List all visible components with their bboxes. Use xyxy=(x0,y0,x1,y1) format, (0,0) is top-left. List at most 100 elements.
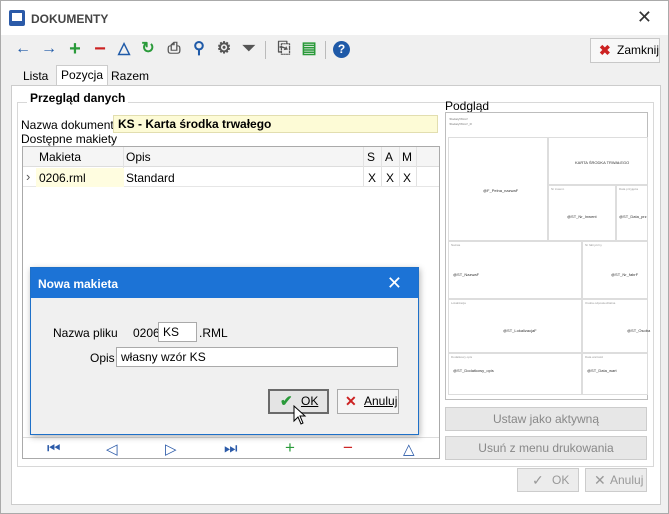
remove-icon[interactable]: − xyxy=(90,39,110,59)
file-name-label: Nazwa pliku xyxy=(53,326,118,340)
dialog-close-icon[interactable]: ✕ xyxy=(387,273,402,294)
section-title: Przegląd danych xyxy=(27,91,129,105)
column-opis[interactable]: Opis xyxy=(126,150,151,164)
last-record-icon[interactable]: ⏭ xyxy=(224,440,238,457)
description-label: Opis xyxy=(90,351,115,365)
preview-header-line: !Dodaty!Wzor!_R xyxy=(449,122,472,126)
remove-from-print-menu-button[interactable]: Usuń z menu drukowania xyxy=(445,436,647,460)
tab-pozycja[interactable]: Pozycja xyxy=(56,65,109,86)
preview-cell-caption: Nr inwent. xyxy=(551,187,565,191)
close-button-label: Zamknij xyxy=(617,43,660,57)
first-record-icon[interactable]: ⏮ xyxy=(47,440,61,457)
description-input[interactable]: własny wzór KS xyxy=(116,347,398,367)
doc-name-value: KS - Karta środka trwałego xyxy=(113,115,438,133)
preview-label: Podgląd xyxy=(445,99,490,113)
copy-icon[interactable]: ⎘ xyxy=(274,39,294,59)
title-bar: DOKUMENTY ✕ xyxy=(1,1,668,35)
toolbar-separator xyxy=(265,41,266,59)
app-icon xyxy=(9,10,25,26)
dialog-title-bar: Nowa makieta ✕ xyxy=(31,268,418,298)
doc-name-label: Nazwa dokumentu xyxy=(21,118,121,132)
footer-cancel-button[interactable]: ✕ Anuluj xyxy=(585,468,647,492)
table-row[interactable]: › 0206.rml Standard X X X xyxy=(23,168,439,187)
footer-cancel-label: Anuluj xyxy=(610,473,644,487)
check-icon: ✓ xyxy=(532,472,544,488)
preview-cell: Nazwa @ST_NazwaF xyxy=(448,241,582,299)
next-record-icon[interactable]: ▷ xyxy=(165,440,177,458)
available-layouts-label: Dostępne makiety xyxy=(21,132,118,146)
close-button[interactable]: ✖ Zamknij xyxy=(590,38,660,63)
add-icon[interactable]: + xyxy=(65,39,85,59)
preview-cell-caption: Data wartości xyxy=(585,355,604,359)
file-name-input[interactable]: KS xyxy=(158,322,197,342)
preview-pane: !Dodaty!Wzor! !Dodaty!Wzor!_R @F_Pelna_n… xyxy=(445,112,651,400)
arrow-right-icon[interactable]: → xyxy=(39,39,59,59)
row-pointer-icon: › xyxy=(26,169,31,184)
dialog-cancel-label: Anuluj xyxy=(364,394,398,408)
cell-s: X xyxy=(368,171,377,185)
refresh-icon[interactable]: ↻ xyxy=(138,39,158,59)
grid-header: Makieta Opis S A M xyxy=(23,147,439,167)
preview-cell: Nr inwent. @ST_Nr_Inwent xyxy=(548,185,616,241)
search-icon[interactable]: ⚲ xyxy=(189,39,209,59)
export-icon[interactable]: ▤ xyxy=(299,39,319,59)
tab-lista[interactable]: Lista xyxy=(19,67,52,86)
file-name-prefix: 0206 xyxy=(133,326,160,340)
preview-cell-text: @ST_Data_prz xyxy=(619,214,647,219)
preview-cell: Data przyjęcia @ST_Data_prz xyxy=(616,185,648,241)
toolbar: ← → + − △ ↻ ⎙ ⚲ ⚙ ⏷ ⎘ ▤ ? xyxy=(1,35,668,65)
toolbar-separator xyxy=(325,41,326,59)
column-m[interactable]: M xyxy=(402,150,412,164)
preview-title: KARTA ŚRODKA TRWAŁEGO xyxy=(575,160,630,165)
window-title: DOKUMENTY xyxy=(31,12,109,26)
preview-cell-text: @ST_LokalizacjaF xyxy=(503,328,537,333)
preview-cell: Osoba odpowiedzialna @ST_Osoba xyxy=(582,299,651,353)
cell-opis: Standard xyxy=(126,171,175,185)
close-x-icon: ✖ xyxy=(599,42,611,58)
preview-cell-caption: Dodatkowy opis xyxy=(451,355,473,359)
cancel-x-icon: ✕ xyxy=(594,472,606,488)
preview-title-cell: KARTA ŚRODKA TRWAŁEGO xyxy=(548,137,648,185)
cell-m: X xyxy=(403,171,412,185)
cell-makieta: 0206.rml xyxy=(39,171,86,185)
print-icon[interactable]: ⎙ xyxy=(164,39,184,59)
footer-ok-button[interactable]: ✓ OK xyxy=(517,468,579,492)
column-s[interactable]: S xyxy=(367,150,375,164)
preview-cell: Dodatkowy opis @ST_Dodatkowy_opis xyxy=(448,353,582,395)
edit-record-icon[interactable]: △ xyxy=(403,440,415,458)
preview-cell-caption: Osoba odpowiedzialna xyxy=(585,301,616,305)
preview-cell-text: @ST_Dodatkowy_opis xyxy=(453,368,494,373)
column-a[interactable]: A xyxy=(385,150,393,164)
new-layout-dialog: Nowa makieta ✕ Nazwa pliku 0206 KS .RML … xyxy=(30,267,419,435)
preview-cell-text: @ST_NazwaF xyxy=(453,272,480,277)
preview-cell-text: @ST_Osoba xyxy=(627,328,651,333)
footer-ok-label: OK xyxy=(552,473,570,487)
preview-cell-caption: Data przyjęcia xyxy=(619,187,639,191)
preview-cell-text: @ST_Nr_fabrF xyxy=(611,272,639,277)
grid-navigator: ⏮ ◁ ▷ ⏭ + − △ xyxy=(23,437,439,459)
column-makieta[interactable]: Makieta xyxy=(39,150,81,164)
close-window-icon[interactable]: ✕ xyxy=(637,7,652,28)
settings-icon[interactable]: ⚙ xyxy=(214,39,234,59)
set-active-button[interactable]: Ustaw jako aktywną xyxy=(445,407,647,431)
help-icon[interactable]: ? xyxy=(333,41,350,58)
dokumenty-window: DOKUMENTY ✕ ← → + − △ ↻ ⎙ ⚲ ⚙ ⏷ ⎘ ▤ ? ✖ … xyxy=(0,0,669,514)
preview-cell: Lokalizacja @ST_LokalizacjaF xyxy=(448,299,582,353)
cell-a: X xyxy=(386,171,395,185)
dialog-title: Nowa makieta xyxy=(38,277,119,291)
delete-record-icon[interactable]: − xyxy=(343,438,353,458)
up-icon[interactable]: △ xyxy=(114,39,134,59)
check-icon: ✔ xyxy=(280,393,293,410)
insert-record-icon[interactable]: + xyxy=(285,438,295,458)
filter-icon[interactable]: ⏷ xyxy=(239,39,259,59)
prev-record-icon[interactable]: ◁ xyxy=(106,440,118,458)
preview-cell: Data wartości @ST_Data_wart xyxy=(582,353,648,395)
preview-cell-text: @F_Pelna_nazwaF xyxy=(483,188,519,193)
dialog-cancel-button[interactable]: ✕ Anuluj xyxy=(337,389,399,414)
preview-header-line: !Dodaty!Wzor! xyxy=(449,117,469,121)
preview-cell: @F_Pelna_nazwaF xyxy=(448,137,548,241)
preview-cell-caption: Nazwa xyxy=(451,243,461,247)
tab-razem[interactable]: Razem xyxy=(107,67,153,86)
arrow-left-icon[interactable]: ← xyxy=(13,39,33,59)
preview-cell: Nr fabryczny @ST_Nr_fabrF xyxy=(582,241,648,299)
